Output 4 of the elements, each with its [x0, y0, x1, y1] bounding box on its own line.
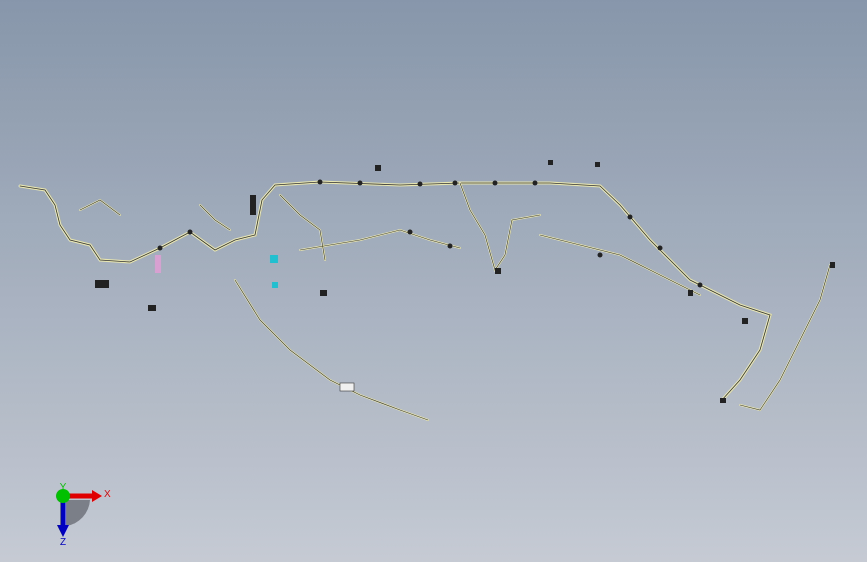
triad-shadow: [66, 500, 90, 526]
axis-label: Y: [60, 482, 66, 493]
axis-label: Z: [60, 537, 66, 548]
axis-label: X: [104, 489, 111, 500]
